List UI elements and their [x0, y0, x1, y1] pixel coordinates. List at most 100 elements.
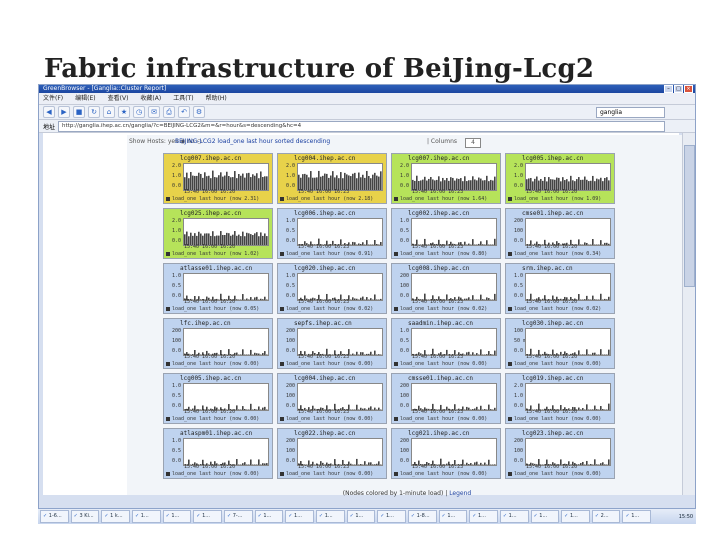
- taskbar-item[interactable]: ✓ 1...: [530, 510, 560, 523]
- taskbar-item[interactable]: ✓ 2...: [591, 510, 621, 523]
- host-name[interactable]: lcg004.ihep.ac.cn: [294, 155, 355, 162]
- host-graph[interactable]: lcg025.ihep.ac.cn 2.0 1.0 0.0 15:40 16:00 16…: [163, 208, 273, 259]
- legend-link[interactable]: Legend: [449, 490, 471, 497]
- taskbar-item[interactable]: ✓ 1...: [162, 510, 192, 523]
- menu-favorites[interactable]: 收藏(A): [140, 93, 161, 104]
- taskbar-item[interactable]: ✓ 7-...: [223, 510, 253, 523]
- address-input[interactable]: http://ganglia.ihep.ac.cn/ganglia/?c=BEI…: [58, 120, 665, 132]
- host-graph[interactable]: lcg007.ihep.ac.cn 2.0 1.0 0.0 15:40 16:00 16…: [391, 153, 501, 204]
- menu-view[interactable]: 查看(V): [108, 93, 129, 104]
- host-graph[interactable]: lcg019.ihep.ac.cn 2.0 1.0 0.0 15:40 16:00 16…: [505, 373, 615, 424]
- host-graph[interactable]: lcg006.ihep.ac.cn 1.0 0.5 0.0 15:40 16:00 16…: [277, 208, 387, 259]
- host-graph[interactable]: srm.ihep.ac.cn 1.0 0.5 0.0 15:40 16:00 16:20…: [505, 263, 615, 314]
- host-name[interactable]: lcg007.ihep.ac.cn: [180, 155, 241, 162]
- host-graph[interactable]: lcg007.ihep.ac.cn 2.0 1.0 0.0 15:40 16:00 16…: [163, 153, 273, 204]
- load-bar: [478, 299, 480, 300]
- refresh-icon[interactable]: ↻: [88, 106, 100, 118]
- host-name[interactable]: lcg002.ihep.ac.cn: [408, 210, 469, 217]
- host-graph[interactable]: cmsse01.ihep.ac.cn 200 m 100 m 0.0 15:40 16:…: [391, 373, 501, 424]
- load-plot: [297, 328, 383, 356]
- scroll-thumb[interactable]: [684, 145, 695, 287]
- back-icon[interactable]: ◀: [43, 106, 55, 118]
- y-tick-label: 0.5: [400, 228, 410, 234]
- vertical-scrollbar[interactable]: [682, 133, 695, 495]
- taskbar-item[interactable]: ✓ 1...: [469, 510, 498, 523]
- host-graph[interactable]: atlaspm01.ihep.ac.cn 1.0 0.5 0.0 15:40 16:00…: [163, 428, 273, 479]
- home-icon[interactable]: ⌂: [103, 106, 115, 118]
- host-name[interactable]: lcg030.ihep.ac.cn: [522, 320, 583, 327]
- host-graph[interactable]: lcg005.ihep.ac.cn 1.0 0.5 0.0 15:40 16:00 16…: [163, 373, 273, 424]
- taskbar-item[interactable]: ✓ 1-8...: [407, 510, 437, 523]
- load-bar: [254, 233, 256, 245]
- maximize-button[interactable]: □: [674, 85, 683, 93]
- stop-icon[interactable]: ■: [73, 106, 85, 118]
- taskbar-item[interactable]: ✓ 1...: [622, 510, 652, 523]
- host-name[interactable]: lcg005.ihep.ac.cn: [522, 155, 583, 162]
- host-graph[interactable]: saadmin.ihep.ac.cn 1.0 0.5 0.0 15:40 16:00 1…: [391, 318, 501, 369]
- undo-icon[interactable]: ↶: [178, 106, 190, 118]
- columns-select[interactable]: 4: [465, 138, 481, 148]
- minimize-button[interactable]: –: [664, 85, 673, 93]
- menu-help[interactable]: 帮助(H): [206, 93, 227, 104]
- taskbar-item[interactable]: ✓ 1...: [285, 510, 314, 523]
- host-name[interactable]: lfc.ihep.ac.cn: [180, 320, 231, 327]
- taskbar-item[interactable]: ✓ 1...: [438, 510, 468, 523]
- taskbar-item[interactable]: ✓ 1-6...: [40, 510, 69, 523]
- host-graph[interactable]: lcg023.ihep.ac.cn 200 m 100 m 0.0 15:40 16:0…: [505, 428, 615, 479]
- host-graph[interactable]: lcg004.ihep.ac.cn 200 m 100 m 0.0 15:40 16:0…: [277, 373, 387, 424]
- print-icon[interactable]: ⎙: [163, 106, 175, 118]
- favorites-icon[interactable]: ★: [118, 106, 130, 118]
- mail-icon[interactable]: ✉: [148, 106, 160, 118]
- host-name[interactable]: lcg007.ihep.ac.cn: [408, 155, 469, 162]
- history-icon[interactable]: ◷: [133, 106, 145, 118]
- host-graph[interactable]: lcg002.ihep.ac.cn 1.0 0.5 0.0 15:40 16:00 16…: [391, 208, 501, 259]
- host-graph[interactable]: sepfs.ihep.ac.cn 200 m 100 m 0.0 15:40 16:00…: [277, 318, 387, 369]
- host-name[interactable]: lcg019.ihep.ac.cn: [522, 375, 583, 382]
- settings-icon[interactable]: ⚙: [193, 106, 205, 118]
- taskbar-item[interactable]: ✓ 3 Ki...: [70, 510, 100, 523]
- host-name[interactable]: lcg006.ihep.ac.cn: [294, 210, 355, 217]
- host-graph[interactable]: lcg008.ihep.ac.cn 200 m 100 m 0.0 15:40 16:0…: [391, 263, 501, 314]
- menu-tools[interactable]: 工具(T): [173, 93, 193, 104]
- host-name[interactable]: lcg005.ihep.ac.cn: [180, 375, 241, 382]
- taskbar-item[interactable]: ✓ 1...: [131, 510, 161, 523]
- host-name[interactable]: lcg023.ihep.ac.cn: [522, 430, 583, 437]
- host-name[interactable]: sepfs.ihep.ac.cn: [294, 320, 352, 327]
- host-name[interactable]: cmse01.ihep.ac.cn: [522, 210, 583, 217]
- host-name[interactable]: lcg020.ihep.ac.cn: [294, 265, 355, 272]
- host-graph[interactable]: lcg021.ihep.ac.cn 200 m 100 m 0.0 15:40 16:0…: [391, 428, 501, 479]
- taskbar-item[interactable]: ✓ 1...: [315, 510, 345, 523]
- taskbar-item[interactable]: ✓ 1...: [346, 510, 376, 523]
- host-name[interactable]: lcg008.ihep.ac.cn: [408, 265, 469, 272]
- taskbar-item[interactable]: ✓ 1 k...: [101, 510, 130, 523]
- host-graph[interactable]: lcg004.ihep.ac.cn 2.0 1.0 0.0 15:40 16:00 16…: [277, 153, 387, 204]
- host-graph[interactable]: lcg022.ihep.ac.cn 200 m 100 m 0.0 15:40 16:0…: [277, 428, 387, 479]
- taskbar-item[interactable]: ✓ 1...: [499, 510, 529, 523]
- host-graph[interactable]: lcg020.ihep.ac.cn 1.0 0.5 0.0 15:40 16:00 16…: [277, 263, 387, 314]
- host-name[interactable]: saadmin.ihep.ac.cn: [408, 320, 473, 327]
- host-name[interactable]: lcg004.ihep.ac.cn: [294, 375, 355, 382]
- host-name[interactable]: lcg022.ihep.ac.cn: [294, 430, 355, 437]
- menu-edit[interactable]: 编辑(E): [75, 93, 95, 104]
- taskbar-item[interactable]: ✓ 1...: [561, 510, 590, 523]
- host-graph[interactable]: atlasse01.ihep.ac.cn 1.0 0.5 0.0 15:40 16:00…: [163, 263, 273, 314]
- host-graph[interactable]: lcg005.ihep.ac.cn 2.0 1.0 0.0 15:40 16:00 16…: [505, 153, 615, 204]
- host-name[interactable]: cmsse01.ihep.ac.cn: [408, 375, 473, 382]
- host-graph[interactable]: lfc.ihep.ac.cn 200 m 100 m 0.0 15:40 16:00 1…: [163, 318, 273, 369]
- taskbar-item[interactable]: ✓ 1...: [377, 510, 406, 523]
- host-graph[interactable]: cmse01.ihep.ac.cn 200 m 100 m 0.0 15:40 16:0…: [505, 208, 615, 259]
- host-name[interactable]: atlasse01.ihep.ac.cn: [180, 265, 252, 272]
- window-titlebar[interactable]: GreenBrowser - [Ganglia::Cluster Report]…: [39, 85, 695, 93]
- taskbar-item[interactable]: ✓ 1...: [254, 510, 284, 523]
- host-name[interactable]: lcg021.ihep.ac.cn: [408, 430, 469, 437]
- search-input[interactable]: ganglia: [596, 106, 665, 118]
- taskbar-item[interactable]: ✓ 1...: [193, 510, 222, 523]
- host-graph[interactable]: lcg030.ihep.ac.cn 100 m 50 m 0.0 15:40 16:00…: [505, 318, 615, 369]
- host-name[interactable]: atlaspm01.ihep.ac.cn: [180, 430, 252, 437]
- host-name[interactable]: srm.ihep.ac.cn: [522, 265, 573, 272]
- menu-file[interactable]: 文件(F): [43, 93, 63, 104]
- host-name[interactable]: lcg025.ihep.ac.cn: [180, 210, 241, 217]
- forward-icon[interactable]: ▶: [58, 106, 70, 118]
- x-axis-labels: 15:40 16:00 16:23: [298, 354, 350, 360]
- close-button[interactable]: ×: [684, 85, 693, 93]
